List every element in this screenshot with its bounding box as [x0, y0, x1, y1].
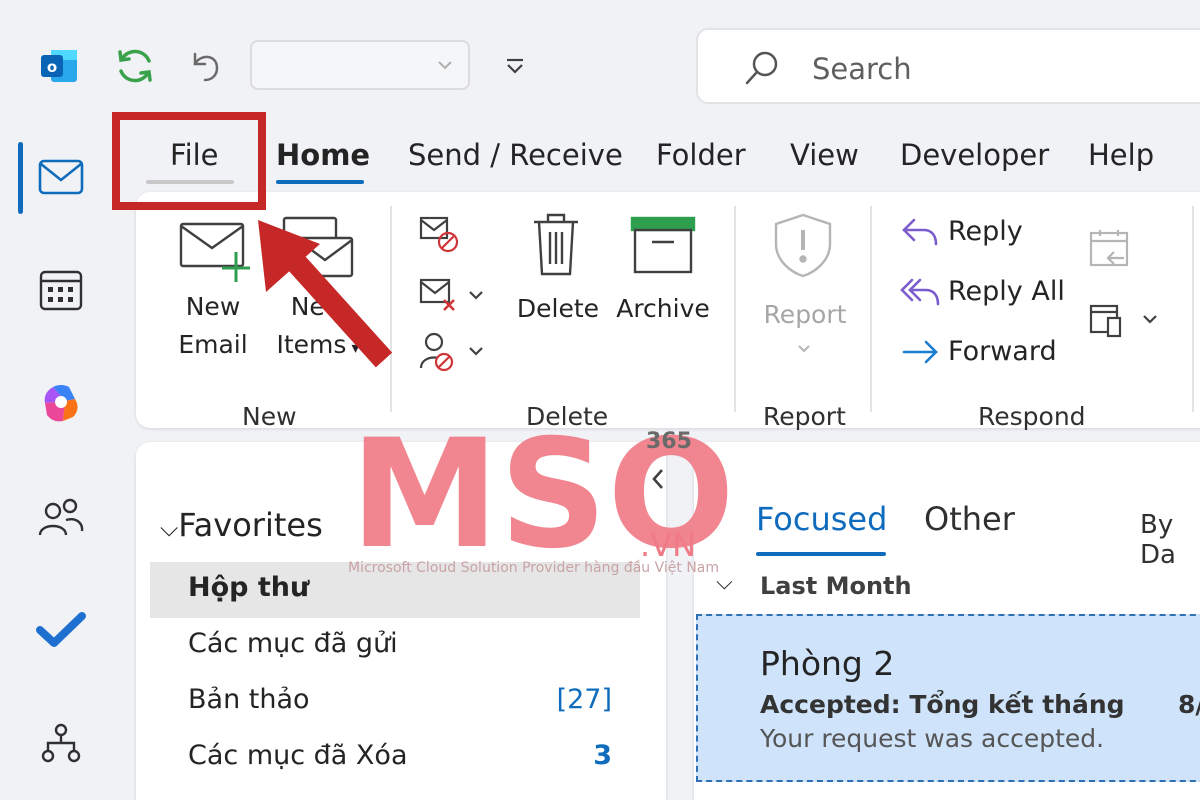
watermark-tagline: Microsoft Cloud Solution Provider hàng đ… [348, 560, 720, 576]
report-button[interactable]: Report [750, 296, 860, 334]
clean-up-icon[interactable] [418, 276, 486, 320]
delete-icon [532, 212, 580, 282]
search-icon [742, 48, 782, 92]
message-item[interactable]: Phòng 2 Accepted: Tổng kết tháng 8/ Your… [696, 614, 1200, 782]
meeting-reply-icon[interactable] [1088, 228, 1132, 274]
search-placeholder: Search [812, 52, 912, 86]
report-chevron-icon [796, 340, 812, 359]
customize-icon[interactable] [490, 40, 540, 92]
ribbon-group-report-label: Report [763, 402, 846, 431]
tab-send-receive[interactable]: Send / Receive [408, 138, 623, 172]
message-subject: Accepted: Tổng kết tháng [760, 690, 1125, 719]
reply-icon [900, 214, 940, 254]
todo-check-icon[interactable] [26, 595, 96, 665]
archive-icon [630, 216, 696, 280]
tab-help[interactable]: Help [1088, 138, 1154, 172]
tab-focused-underline [756, 552, 886, 556]
more-respond-icon[interactable] [1088, 300, 1162, 344]
archive-button[interactable]: Archive [608, 290, 718, 328]
message-sender: Phòng 2 [760, 644, 895, 683]
chevron-down-icon: ⌵ [160, 514, 179, 542]
tab-folder[interactable]: Folder [656, 138, 746, 172]
forward-button[interactable]: Forward [948, 336, 1057, 367]
people-icon[interactable] [26, 482, 96, 552]
ignore-icon[interactable] [418, 214, 460, 258]
tab-other[interactable]: Other [924, 500, 1015, 538]
message-date: 8/ [1178, 690, 1200, 719]
annotation-arrow-icon [258, 220, 393, 368]
favorites-header[interactable]: ⌵Favorites [160, 506, 323, 544]
watermark-superscript: 365 [646, 429, 692, 454]
message-group-header[interactable]: ⌵ Last Month [694, 560, 1200, 612]
ribbon-separator [1192, 206, 1194, 412]
folder-item-drafts[interactable]: Bản thảo [27] [150, 674, 640, 730]
tab-focused[interactable]: Focused [756, 500, 887, 538]
reply-all-button[interactable]: Reply All [948, 276, 1065, 307]
delete-button[interactable]: Delete [508, 290, 608, 328]
junk-icon[interactable] [418, 330, 486, 378]
report-shield-icon [772, 212, 834, 282]
reply-all-icon [900, 274, 940, 314]
folder-count: [27] [556, 684, 612, 715]
org-icon[interactable] [26, 708, 96, 778]
ribbon-separator [734, 206, 736, 412]
reply-button[interactable]: Reply [948, 216, 1023, 247]
ribbon-group-respond-label: Respond [978, 402, 1086, 431]
watermark-domain: .VN [640, 526, 696, 564]
ribbon-group-new-label: New [242, 402, 297, 431]
search-box[interactable]: Search [696, 28, 1200, 104]
folder-item-sent[interactable]: Các mục đã gửi [150, 618, 640, 674]
tab-view[interactable]: View [790, 138, 859, 172]
folder-item-deleted[interactable]: Các mục đã Xóa 3 [150, 730, 640, 786]
folder-count: 3 [593, 740, 612, 771]
tab-developer[interactable]: Developer [900, 138, 1049, 172]
forward-icon [900, 336, 940, 372]
message-preview: Your request was accepted. [760, 724, 1105, 753]
ribbon-separator [870, 206, 872, 412]
combo-chevron-icon [434, 54, 456, 80]
